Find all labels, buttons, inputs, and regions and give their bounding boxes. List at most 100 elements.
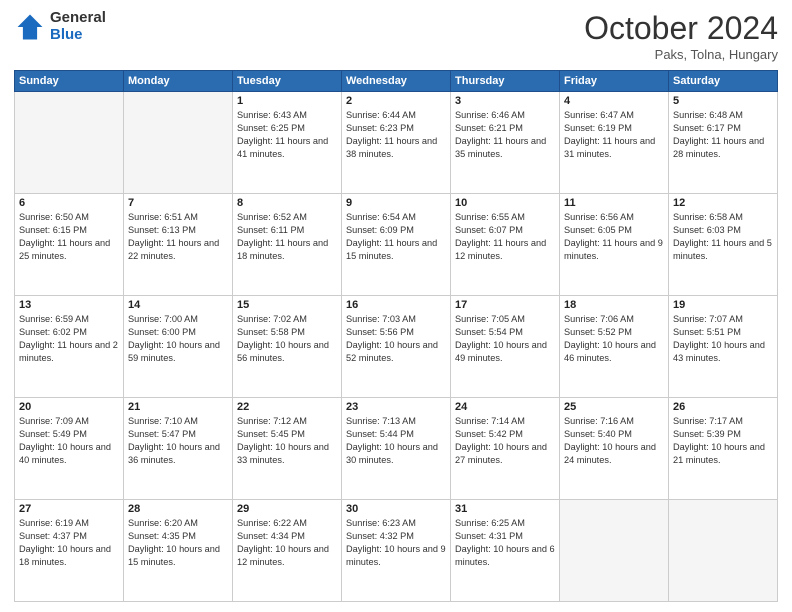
calendar-cell: 8Sunrise: 6:52 AMSunset: 6:11 PMDaylight…	[233, 194, 342, 296]
day-number: 26	[673, 401, 773, 413]
calendar-cell: 19 Sunrise: 7:07 AMSunset: 5:51 PMDayligh…	[669, 296, 778, 398]
day-number: 13	[19, 299, 119, 311]
logo-blue: Blue	[50, 27, 106, 44]
day-number: 15	[237, 299, 337, 311]
day-info: Sunrise: 7:03 AMSunset: 5:56 PMDaylight:…	[346, 313, 446, 365]
calendar-cell: 10Sunrise: 6:55 AMSunset: 6:07 PMDayligh…	[451, 194, 560, 296]
day-number: 2	[346, 95, 446, 107]
day-info: Sunrise: 6:25 AMSunset: 4:31 PMDaylight:…	[455, 517, 555, 569]
calendar-cell: 14Sunrise: 7:00 AMSunset: 6:00 PMDayligh…	[124, 296, 233, 398]
calendar-week-row: 13 Sunrise: 6:59 AMSunset: 6:02 PMDayligh…	[15, 296, 778, 398]
calendar-cell: 21 Sunrise: 7:10 AMSunset: 5:47 PMDayligh…	[124, 398, 233, 500]
calendar-cell: 9 Sunrise: 6:54 AMSunset: 6:09 PMDaylight…	[342, 194, 451, 296]
calendar-week-row: 27 Sunrise: 6:19 AMSunset: 4:37 PMDayligh…	[15, 500, 778, 602]
calendar-cell: 16 Sunrise: 7:03 AMSunset: 5:56 PMDayligh…	[342, 296, 451, 398]
day-info: Sunrise: 6:44 AMSunset: 6:23 PMDaylight:…	[346, 109, 446, 161]
day-number: 5	[673, 95, 773, 107]
day-info: Sunrise: 7:13 AMSunset: 5:44 PMDaylight:…	[346, 415, 446, 467]
calendar-week-row: 6 Sunrise: 6:50 AMSunset: 6:15 PMDaylight…	[15, 194, 778, 296]
day-number: 30	[346, 503, 446, 515]
day-info: Sunrise: 6:59 AMSunset: 6:02 PMDaylight:…	[19, 313, 119, 365]
day-info: Sunrise: 6:22 AMSunset: 4:34 PMDaylight:…	[237, 517, 337, 569]
weekday-header: Friday	[560, 71, 669, 92]
day-info: Sunrise: 6:46 AMSunset: 6:21 PMDaylight:…	[455, 109, 555, 161]
day-info: Sunrise: 7:12 AMSunset: 5:45 PMDaylight:…	[237, 415, 337, 467]
calendar-table: SundayMondayTuesdayWednesdayThursdayFrid…	[14, 70, 778, 602]
day-number: 11	[564, 197, 664, 209]
day-info: Sunrise: 7:16 AMSunset: 5:40 PMDaylight:…	[564, 415, 664, 467]
day-info: Sunrise: 6:43 AMSunset: 6:25 PMDaylight:…	[237, 109, 337, 161]
calendar-cell: 3 Sunrise: 6:46 AMSunset: 6:21 PMDaylight…	[451, 92, 560, 194]
calendar-week-row: 20 Sunrise: 7:09 AMSunset: 5:49 PMDayligh…	[15, 398, 778, 500]
day-number: 27	[19, 503, 119, 515]
calendar-cell: 4Sunrise: 6:47 AMSunset: 6:19 PMDaylight…	[560, 92, 669, 194]
day-info: Sunrise: 7:14 AMSunset: 5:42 PMDaylight:…	[455, 415, 555, 467]
day-number: 4	[564, 95, 664, 107]
day-info: Sunrise: 6:19 AMSunset: 4:37 PMDaylight:…	[19, 517, 119, 569]
calendar-cell: 2 Sunrise: 6:44 AMSunset: 6:23 PMDaylight…	[342, 92, 451, 194]
day-info: Sunrise: 7:10 AMSunset: 5:47 PMDaylight:…	[128, 415, 228, 467]
day-number: 6	[19, 197, 119, 209]
day-info: Sunrise: 6:56 AMSunset: 6:05 PMDaylight:…	[564, 211, 664, 263]
day-number: 9	[346, 197, 446, 209]
calendar-cell: 25Sunrise: 7:16 AMSunset: 5:40 PMDayligh…	[560, 398, 669, 500]
calendar-header-row: SundayMondayTuesdayWednesdayThursdayFrid…	[15, 71, 778, 92]
day-number: 19	[673, 299, 773, 311]
calendar-cell: 29 Sunrise: 6:22 AMSunset: 4:34 PMDayligh…	[233, 500, 342, 602]
calendar-cell: 12 Sunrise: 6:58 AMSunset: 6:03 PMDayligh…	[669, 194, 778, 296]
day-info: Sunrise: 6:23 AMSunset: 4:32 PMDaylight:…	[346, 517, 446, 569]
calendar-cell: 6 Sunrise: 6:50 AMSunset: 6:15 PMDaylight…	[15, 194, 124, 296]
day-number: 21	[128, 401, 228, 413]
weekday-header: Monday	[124, 71, 233, 92]
title-location: Paks, Tolna, Hungary	[584, 47, 778, 62]
calendar-cell: 23 Sunrise: 7:13 AMSunset: 5:44 PMDayligh…	[342, 398, 451, 500]
day-number: 8	[237, 197, 337, 209]
day-number: 22	[237, 401, 337, 413]
page-header: General Blue October 2024 Paks, Tolna, H…	[14, 10, 778, 62]
day-number: 18	[564, 299, 664, 311]
calendar-cell: 28 Sunrise: 6:20 AMSunset: 4:35 PMDayligh…	[124, 500, 233, 602]
day-number: 1	[237, 95, 337, 107]
logo: General Blue	[14, 10, 106, 43]
day-info: Sunrise: 6:58 AMSunset: 6:03 PMDaylight:…	[673, 211, 773, 263]
day-info: Sunrise: 6:54 AMSunset: 6:09 PMDaylight:…	[346, 211, 446, 263]
calendar-cell: 27 Sunrise: 6:19 AMSunset: 4:37 PMDayligh…	[15, 500, 124, 602]
day-number: 28	[128, 503, 228, 515]
day-number: 3	[455, 95, 555, 107]
day-info: Sunrise: 6:48 AMSunset: 6:17 PMDaylight:…	[673, 109, 773, 161]
calendar-cell: 20 Sunrise: 7:09 AMSunset: 5:49 PMDayligh…	[15, 398, 124, 500]
calendar-week-row: 1 Sunrise: 6:43 AMSunset: 6:25 PMDaylight…	[15, 92, 778, 194]
calendar-cell: 31 Sunrise: 6:25 AMSunset: 4:31 PMDayligh…	[451, 500, 560, 602]
day-number: 23	[346, 401, 446, 413]
day-number: 16	[346, 299, 446, 311]
calendar-cell: 18Sunrise: 7:06 AMSunset: 5:52 PMDayligh…	[560, 296, 669, 398]
calendar-cell	[669, 500, 778, 602]
day-number: 12	[673, 197, 773, 209]
calendar-cell: 1 Sunrise: 6:43 AMSunset: 6:25 PMDaylight…	[233, 92, 342, 194]
day-number: 14	[128, 299, 228, 311]
calendar-cell	[15, 92, 124, 194]
day-info: Sunrise: 7:07 AMSunset: 5:51 PMDaylight:…	[673, 313, 773, 365]
day-info: Sunrise: 7:17 AMSunset: 5:39 PMDaylight:…	[673, 415, 773, 467]
calendar-cell: 13 Sunrise: 6:59 AMSunset: 6:02 PMDayligh…	[15, 296, 124, 398]
day-number: 29	[237, 503, 337, 515]
calendar-cell: 11 Sunrise: 6:56 AMSunset: 6:05 PMDayligh…	[560, 194, 669, 296]
day-info: Sunrise: 7:09 AMSunset: 5:49 PMDaylight:…	[19, 415, 119, 467]
day-number: 17	[455, 299, 555, 311]
calendar-cell	[124, 92, 233, 194]
day-info: Sunrise: 7:05 AMSunset: 5:54 PMDaylight:…	[455, 313, 555, 365]
day-number: 20	[19, 401, 119, 413]
calendar-cell: 26 Sunrise: 7:17 AMSunset: 5:39 PMDayligh…	[669, 398, 778, 500]
day-number: 31	[455, 503, 555, 515]
weekday-header: Wednesday	[342, 71, 451, 92]
calendar-cell: 17 Sunrise: 7:05 AMSunset: 5:54 PMDayligh…	[451, 296, 560, 398]
title-month: October 2024	[584, 10, 778, 47]
calendar-cell: 22 Sunrise: 7:12 AMSunset: 5:45 PMDayligh…	[233, 398, 342, 500]
calendar-cell: 7Sunrise: 6:51 AMSunset: 6:13 PMDaylight…	[124, 194, 233, 296]
logo-general: General	[50, 10, 106, 27]
day-info: Sunrise: 6:50 AMSunset: 6:15 PMDaylight:…	[19, 211, 119, 263]
day-info: Sunrise: 6:20 AMSunset: 4:35 PMDaylight:…	[128, 517, 228, 569]
weekday-header: Thursday	[451, 71, 560, 92]
day-number: 10	[455, 197, 555, 209]
weekday-header: Sunday	[15, 71, 124, 92]
